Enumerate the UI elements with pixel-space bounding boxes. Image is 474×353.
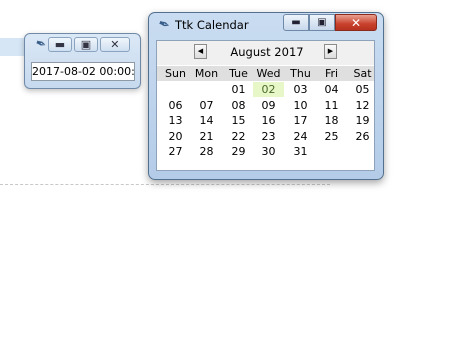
month-navigation: ◀ August 2017 ▶ [157,41,374,65]
weekday-sun: Sun [165,67,186,80]
weekday-sat: Sat [353,67,372,80]
date-result-window: ✒ ▬ ▣ ✕ 2017-08-02 00:00:00 [24,33,141,89]
weekday-thu: Thu [290,67,311,80]
day-cell-18[interactable]: 18 [316,113,347,128]
calendar-widget: ◀ August 2017 ▶ Sun Mon Tue Wed Thu Fri Sat 01… [156,40,375,171]
minimize-icon: ▬ [54,38,66,51]
day-cell-08[interactable]: 08 [223,98,254,113]
weekday-wed: Wed [256,67,281,80]
day-cell-27[interactable]: 27 [160,144,191,159]
day-cell-30[interactable]: 30 [253,144,284,159]
selected-date-field[interactable]: 2017-08-02 00:00:00 [31,62,135,81]
day-cell-04[interactable]: 04 [316,82,347,97]
day-cell-11[interactable]: 11 [316,98,347,113]
close-button[interactable]: ✕ [335,14,377,31]
day-cell-20[interactable]: 20 [160,129,191,144]
previous-month-button[interactable]: ◀ [194,44,207,59]
calendar-window: ✒ Ttk Calendar ▬ ▣ ✕ ◀ August 2017 ▶ Sun… [148,12,384,180]
day-cell-19[interactable]: 19 [347,113,378,128]
day-cell-05[interactable]: 05 [347,82,378,97]
day-cell-09[interactable]: 09 [253,98,284,113]
day-cell-23[interactable]: 23 [253,129,284,144]
day-cell-26[interactable]: 26 [347,129,378,144]
minimize-icon: ▬ [291,17,301,28]
day-cell-03[interactable]: 03 [285,82,316,97]
chevron-right-icon: ▶ [327,47,334,55]
maximize-icon: ▣ [317,17,327,28]
weekday-header: Sun Mon Tue Wed Thu Fri Sat [157,66,374,81]
day-cell-16[interactable]: 16 [253,113,284,128]
feather-icon: ✒ [32,35,49,54]
day-cell-06[interactable]: 06 [160,98,191,113]
day-cell-29[interactable]: 29 [223,144,254,159]
close-icon: ✕ [350,15,362,30]
day-cell-10[interactable]: 10 [285,98,316,113]
day-cell-12[interactable]: 12 [347,98,378,113]
chevron-left-icon: ◀ [197,47,204,55]
maximize-icon: ▣ [80,38,92,51]
day-cell-14[interactable]: 14 [191,113,222,128]
weekday-fri: Fri [324,67,339,80]
weekday-tue: Tue [229,67,248,80]
close-icon: ✕ [110,38,120,51]
day-cell-31[interactable]: 31 [285,144,316,159]
window-title: Ttk Calendar [175,18,249,32]
day-cell-24[interactable]: 24 [285,129,316,144]
day-cell-17[interactable]: 17 [285,113,316,128]
minimize-button[interactable]: ▬ [283,14,309,31]
day-cell-21[interactable]: 21 [191,129,222,144]
minimize-button[interactable]: ▬ [47,37,72,52]
mini-titlebar: ✒ ▬ ▣ ✕ [32,35,130,54]
calendar-titlebar[interactable]: ✒ Ttk Calendar ▬ ▣ ✕ [149,13,383,37]
day-cell-15[interactable]: 15 [223,113,254,128]
feather-icon: ✒ [155,15,173,35]
window-controls: ▬ ▣ ✕ [283,14,377,31]
day-cell-28[interactable]: 28 [191,144,222,159]
next-month-button[interactable]: ▶ [324,44,337,59]
close-button[interactable]: ✕ [99,37,130,52]
day-cell-07[interactable]: 07 [191,98,222,113]
maximize-button[interactable]: ▣ [73,37,98,52]
day-cell-13[interactable]: 13 [160,113,191,128]
day-cell-22[interactable]: 22 [223,129,254,144]
day-cell-02[interactable]: 02 [253,82,284,97]
day-cell-01[interactable]: 01 [223,82,254,97]
month-label: August 2017 [230,45,304,59]
background-divider [0,184,330,185]
weekday-mon: Mon [194,67,219,80]
day-cell-25[interactable]: 25 [316,129,347,144]
maximize-button[interactable]: ▣ [309,14,335,31]
